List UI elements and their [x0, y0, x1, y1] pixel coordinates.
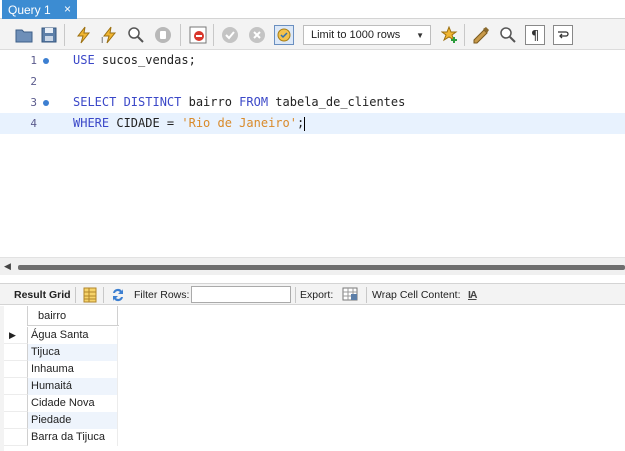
table-row[interactable]: Barra da Tijuca	[4, 429, 119, 446]
line-number: 1	[30, 54, 37, 67]
commit-icon[interactable]	[220, 25, 240, 45]
refresh-icon[interactable]	[108, 285, 128, 305]
row-selector[interactable]	[4, 361, 28, 378]
table-cell[interactable]: Humaitá	[28, 378, 118, 395]
table-row[interactable]: Tijuca	[4, 344, 119, 361]
export-label: Export:	[300, 289, 334, 301]
table-cell[interactable]: Tijuca	[28, 344, 118, 361]
grid-view-icon[interactable]	[80, 285, 100, 305]
table-row[interactable]: Piedade	[4, 412, 119, 429]
table-row[interactable]: ▶ Água Santa	[4, 327, 119, 344]
text-caret	[304, 116, 306, 131]
result-toolbar: Result Grid Filter Rows: Export: Wrap Ce…	[0, 283, 625, 305]
table-cell[interactable]: Água Santa	[28, 327, 118, 344]
explain-icon[interactable]	[126, 25, 146, 45]
toolbar-separator	[366, 287, 367, 303]
toolbar-separator	[295, 287, 296, 303]
toolbar-separator	[103, 287, 104, 303]
wrap-icon[interactable]	[553, 25, 573, 45]
stop-icon[interactable]	[153, 25, 173, 45]
statement-marker-icon	[43, 58, 49, 64]
wrap-cell-label: Wrap Cell Content:	[372, 289, 461, 301]
tab-query-1[interactable]: Query 1 ×	[2, 0, 77, 19]
editor-line: 2	[0, 71, 625, 92]
table-cell[interactable]: Barra da Tijuca	[28, 429, 118, 446]
export-icon[interactable]	[340, 284, 360, 304]
statement-marker-icon	[43, 100, 49, 106]
code-text: WHERE CIDADE = 'Rio de Janeiro';	[73, 116, 306, 131]
limit-rows-value: Limit to 1000 rows	[311, 29, 401, 41]
toolbar-separator	[75, 287, 76, 303]
sql-editor-toolbar: I Limit to 1000 rows ▼ ¶	[0, 19, 625, 50]
grid-body: ▶ Água Santa Tijuca Inhauma Humaitá Cida…	[4, 327, 119, 446]
sql-editor[interactable]: 1 USE sucos_vendas; 2 3 SELECT DISTINCT …	[0, 50, 625, 257]
row-selector[interactable]: ▶	[4, 327, 28, 344]
result-grid: bairro ▶ Água Santa Tijuca Inhauma Humai…	[0, 306, 625, 451]
tab-strip: Query 1 ×	[0, 0, 625, 19]
table-cell[interactable]: Piedade	[28, 412, 118, 429]
find-icon[interactable]	[498, 25, 518, 45]
toolbar-separator	[64, 24, 65, 46]
autocommit-icon[interactable]	[274, 25, 294, 45]
tab-title: Query 1	[8, 2, 51, 17]
line-number: 2	[30, 75, 37, 88]
rollback-icon[interactable]	[247, 25, 267, 45]
row-selector[interactable]	[4, 412, 28, 429]
editor-horizontal-scrollbar[interactable]: ◀	[0, 257, 625, 275]
table-cell[interactable]: Inhauma	[28, 361, 118, 378]
editor-line: 1 USE sucos_vendas;	[0, 50, 625, 71]
svg-text:¶: ¶	[531, 29, 539, 42]
code-text: USE sucos_vendas;	[73, 53, 196, 67]
beautify-icon[interactable]	[471, 25, 491, 45]
table-cell[interactable]: Cidade Nova	[28, 395, 118, 412]
scroll-left-icon[interactable]: ◀	[4, 261, 11, 272]
execute-icon[interactable]	[73, 25, 93, 45]
result-grid-label[interactable]: Result Grid	[14, 289, 71, 301]
toolbar-separator	[213, 24, 214, 46]
line-number: 4	[30, 117, 37, 130]
save-icon[interactable]	[39, 25, 59, 45]
limit-rows-select[interactable]: Limit to 1000 rows ▼	[303, 25, 431, 45]
table-row[interactable]: Cidade Nova	[4, 395, 119, 412]
execute-selection-icon[interactable]: I	[99, 25, 119, 45]
scrollbar-thumb[interactable]	[18, 265, 625, 270]
toggle-error-icon[interactable]	[188, 25, 208, 45]
row-selector[interactable]	[4, 378, 28, 395]
grid-header: bairro	[4, 306, 119, 326]
select-all-cell[interactable]	[4, 306, 28, 326]
favorite-snippet-icon[interactable]	[440, 25, 460, 45]
wrap-cell-toggle-icon[interactable]: IA	[468, 289, 477, 301]
open-folder-icon[interactable]	[14, 25, 34, 45]
chevron-down-icon: ▼	[416, 31, 424, 40]
svg-text:I: I	[101, 36, 103, 44]
row-selector[interactable]	[4, 344, 28, 361]
current-row-pointer-icon: ▶	[9, 330, 16, 340]
editor-line-active: 4 WHERE CIDADE = 'Rio de Janeiro';	[0, 113, 625, 134]
toolbar-separator	[464, 24, 465, 46]
code-text: SELECT DISTINCT bairro FROM tabela_de_cl…	[73, 95, 406, 109]
line-number: 3	[30, 96, 37, 109]
row-selector[interactable]	[4, 429, 28, 446]
table-row[interactable]: Inhauma	[4, 361, 119, 378]
column-header-bairro[interactable]: bairro	[28, 306, 118, 326]
filter-rows-label: Filter Rows:	[134, 289, 190, 301]
toolbar-separator	[180, 24, 181, 46]
filter-rows-input[interactable]	[191, 286, 291, 303]
row-selector[interactable]	[4, 395, 28, 412]
editor-line: 3 SELECT DISTINCT bairro FROM tabela_de_…	[0, 92, 625, 113]
invisible-chars-icon[interactable]: ¶	[525, 25, 545, 45]
close-icon[interactable]: ×	[64, 2, 71, 16]
table-row[interactable]: Humaitá	[4, 378, 119, 395]
